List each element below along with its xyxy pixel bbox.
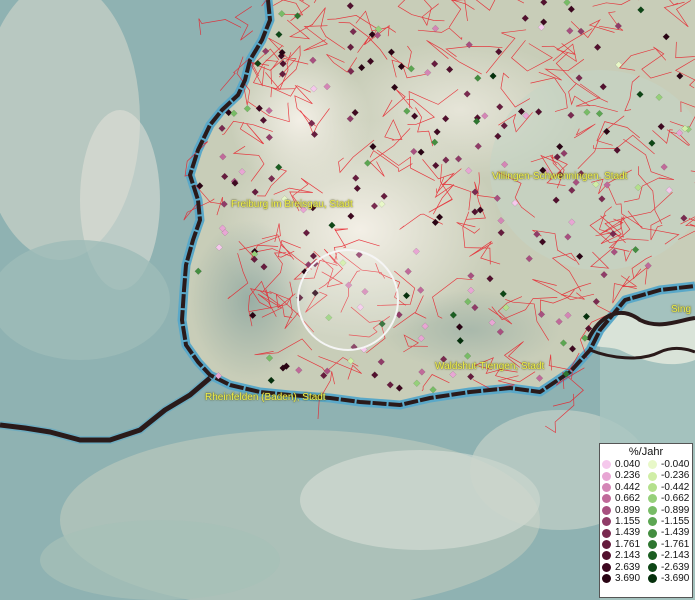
legend-value: 2.143: [615, 550, 641, 562]
legend-swatch: [648, 471, 657, 481]
legend-swatch: [648, 494, 657, 504]
legend-value: 0.662: [615, 493, 641, 505]
legend-swatch: [648, 517, 657, 527]
legend-swatch: [602, 539, 611, 549]
legend-value: 0.899: [615, 504, 641, 516]
legend-item-negative: -1.155: [648, 516, 694, 527]
legend-value: 1.439: [615, 527, 641, 539]
legend-item-negative: -1.761: [648, 539, 694, 550]
legend-item-positive: 0.899: [602, 505, 648, 516]
legend-value: -0.442: [661, 481, 690, 493]
legend-swatch: [648, 562, 657, 572]
map-canvas[interactable]: [0, 0, 695, 600]
legend-swatch: [602, 482, 611, 492]
legend-swatch: [648, 574, 657, 584]
city-label-singen: Sing: [671, 304, 692, 315]
legend-swatch: [602, 562, 611, 572]
legend-item-negative: -0.236: [648, 470, 694, 481]
legend-value: -0.040: [661, 459, 690, 470]
legend-item-negative: -2.639: [648, 562, 694, 573]
selection-circle[interactable]: [297, 249, 399, 351]
legend-swatch: [602, 574, 611, 584]
legend-value: 0.236: [615, 470, 641, 482]
legend-value: -0.236: [661, 470, 690, 482]
legend-item-positive: 1.761: [602, 539, 648, 550]
legend-item-positive: 3.690: [602, 573, 648, 584]
legend-title: %/Jahr: [628, 446, 664, 458]
legend-item-positive: 0.236: [602, 470, 648, 481]
legend-item-negative: -2.143: [648, 550, 694, 561]
legend-item-positive: 1.155: [602, 516, 648, 527]
city-label-waldshut-tiengen: Waldshut-Tiengen, Stadt: [435, 361, 545, 372]
legend-value: 1.155: [615, 515, 641, 527]
legend-item-negative: -0.899: [648, 505, 694, 516]
legend-swatch: [602, 505, 611, 515]
legend-value: 0.040: [615, 459, 641, 470]
legend-item-positive: 0.040: [602, 459, 648, 470]
legend-value: -1.155: [661, 515, 690, 527]
legend-swatch: [648, 539, 657, 549]
city-label-villingen-schwenningen: Villingen-Schwenningen, Stadt: [492, 171, 628, 182]
legend-item-negative: -1.439: [648, 527, 694, 538]
legend-item-negative: -0.442: [648, 482, 694, 493]
legend-value: -1.439: [661, 527, 690, 539]
city-label-rheinfelden: Rheinfelden (Baden), Stadt: [205, 392, 326, 403]
legend-swatch: [648, 460, 657, 470]
legend-value: -0.662: [661, 493, 690, 505]
legend-item-negative: -0.040: [648, 459, 694, 470]
legend-swatch: [602, 528, 611, 538]
legend-item-negative: -3.690: [648, 573, 694, 584]
legend-value: 3.690: [615, 572, 641, 584]
legend-item-positive: 2.639: [602, 562, 648, 573]
legend-item-negative: -0.662: [648, 493, 694, 504]
legend-item-positive: 0.442: [602, 482, 648, 493]
legend-swatch: [602, 460, 611, 470]
legend-rows: 0.040 -0.040 0.236 -0.236 0.442 -0.442 0.662 -0…: [600, 459, 692, 584]
legend-value: -0.899: [661, 504, 690, 516]
legend-swatch: [602, 517, 611, 527]
legend-value: -3.690: [661, 572, 690, 584]
legend-swatch: [602, 494, 611, 504]
legend-item-positive: 2.143: [602, 550, 648, 561]
legend-value: 1.761: [615, 538, 641, 550]
legend-value: -1.761: [661, 538, 690, 550]
legend: %/Jahr 0.040 -0.040 0.236 -0.236 0.442 -0.442…: [599, 443, 693, 598]
legend-swatch: [648, 528, 657, 538]
map-view[interactable]: Freiburg im Breisgau, Stadt Villingen-Sc…: [0, 0, 695, 600]
legend-item-positive: 1.439: [602, 527, 648, 538]
legend-value: 0.442: [615, 481, 641, 493]
legend-swatch: [602, 551, 611, 561]
legend-swatch: [602, 471, 611, 481]
city-label-freiburg: Freiburg im Breisgau, Stadt: [231, 199, 353, 210]
legend-value: 2.639: [615, 561, 641, 573]
legend-swatch: [648, 482, 657, 492]
legend-swatch: [648, 505, 657, 515]
legend-item-positive: 0.662: [602, 493, 648, 504]
relief-valley: [190, 220, 310, 380]
legend-value: -2.143: [661, 550, 690, 562]
legend-swatch: [648, 551, 657, 561]
legend-value: -2.639: [661, 561, 690, 573]
relief-valley: [40, 520, 280, 600]
